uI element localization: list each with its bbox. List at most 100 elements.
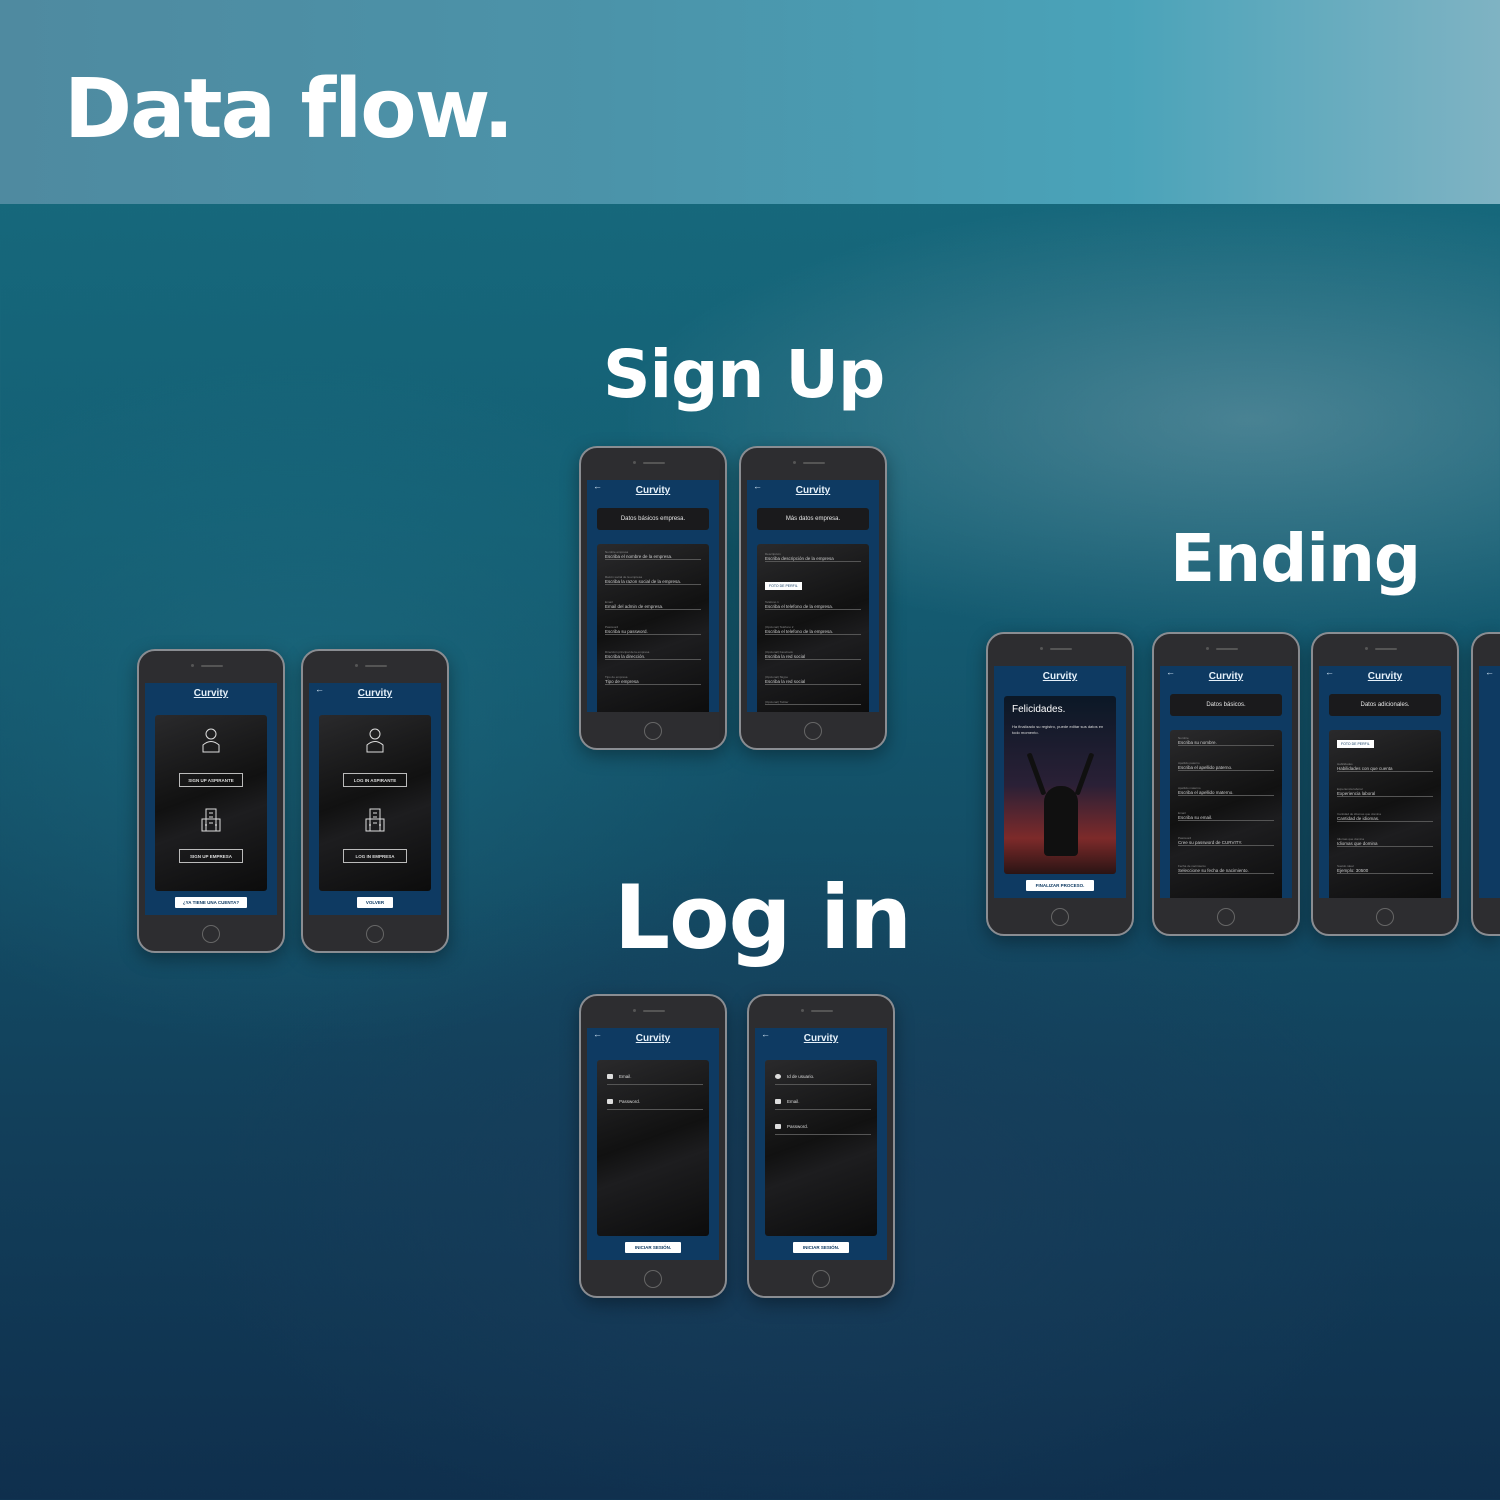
name-field[interactable]: Nombre Escriba su nombre. xyxy=(1178,736,1274,746)
field-value: Email del admin de empresa. xyxy=(605,604,664,609)
home-button xyxy=(366,925,384,943)
person-icon xyxy=(366,728,384,753)
congrats-card: Felicidades. Ha finalizado su registro, … xyxy=(1004,696,1116,874)
login-button[interactable]: INICIAR SESIÓN. xyxy=(625,1242,681,1253)
company-type-select[interactable]: Tipo de empresa Tipo de empresa xyxy=(605,675,701,685)
app-bar: ← Curvity xyxy=(587,1028,719,1044)
field-label: (Opcional) Twitter xyxy=(765,700,789,704)
header-banner: Data flow. xyxy=(0,0,1500,204)
form-title: Datos adicionales. xyxy=(1329,694,1441,716)
field-value: Cree su password de CURVITY. xyxy=(1178,840,1243,845)
home-button xyxy=(804,722,822,740)
mail-icon xyxy=(607,1074,613,1079)
screen: ← xyxy=(1479,666,1500,898)
finish-button[interactable]: FINALIZAR PROCESO. xyxy=(1026,880,1094,891)
login-aspirante-button[interactable]: LOG IN ASPIRANTE xyxy=(343,773,407,787)
field-value: Escriba la red social xyxy=(765,679,806,684)
profile-photo-button[interactable]: FOTO DE PERFIL xyxy=(765,582,802,590)
arrow-left-icon[interactable]: ← xyxy=(1166,667,1175,677)
celebration-silhouette xyxy=(1044,786,1078,856)
login-button[interactable]: INICIAR SESIÓN. xyxy=(793,1242,849,1253)
email-field[interactable]: Email. xyxy=(607,1072,703,1085)
phone2-field[interactable]: (Opcional) Teléfono 2 Escriba el telefono… xyxy=(765,625,861,635)
skype-field[interactable]: (Opcional) Skype Escriba la red social xyxy=(765,675,861,685)
speaker xyxy=(803,462,825,464)
arrow-left-icon[interactable]: ← xyxy=(1485,667,1494,677)
arrow-left-icon[interactable]: ← xyxy=(593,1029,602,1039)
paternal-surname-field[interactable]: Apellido paterno Escriba el apellido pate… xyxy=(1178,761,1274,771)
field-value: Idiomas que domina xyxy=(1337,841,1378,846)
password-field[interactable]: Password Escriba su password. xyxy=(605,625,701,635)
brand-logo: Curvity xyxy=(1367,671,1403,682)
congrats-text: Ha finalizado su registro, puede editar … xyxy=(1012,724,1104,735)
signup-empresa-button[interactable]: SIGN UP EMPRESA xyxy=(179,849,243,863)
screen: Curvity Felicidades. Ha finalizado su re… xyxy=(994,666,1126,898)
screen: ← Curvity Email. Password. INICIAR SESIÓN… xyxy=(587,1028,719,1260)
password-field[interactable]: Password. xyxy=(607,1097,703,1110)
login-card: Id de usuario. Email. Password. xyxy=(765,1060,877,1236)
password-field[interactable]: Password. xyxy=(775,1122,871,1135)
profile-photo-button[interactable]: FOTO DE PERFIL xyxy=(1337,740,1374,748)
address-field[interactable]: Dirección principal de la empresa Escriba… xyxy=(605,650,701,660)
form-card: Descripción Escriba descripción de la emp… xyxy=(757,544,869,712)
brand-logo: Curvity xyxy=(795,485,831,496)
back-button[interactable]: VOLVER xyxy=(357,897,393,908)
person-icon xyxy=(202,728,220,753)
company-name-field[interactable]: Nombre empresa Escriba el nombre de la em… xyxy=(605,550,701,560)
signup-aspirante-button[interactable]: SIGN UP ASPIRANTE xyxy=(179,773,243,787)
arrow-left-icon[interactable]: ← xyxy=(315,684,324,694)
facebook-field[interactable]: (Opcional) Facebook Escriba la red social xyxy=(765,650,861,660)
form-title: Datos básicos. xyxy=(1170,694,1282,716)
email-field[interactable]: Email Email del admin de empresa. xyxy=(605,600,701,610)
email-field[interactable]: Email Escriba su email. xyxy=(1178,811,1274,821)
login-empresa-button[interactable]: LOG IN EMPRESA xyxy=(343,849,407,863)
form-card: Nombre Escriba su nombre. Apellido patern… xyxy=(1170,730,1282,898)
phone1-field[interactable]: Teléfono 1 Escriba el telefono de la empr… xyxy=(765,600,861,610)
field-value: Habilidades con que cuenta xyxy=(1337,766,1393,771)
description-field[interactable]: Descripción Escriba descripción de la emp… xyxy=(765,552,861,562)
phone-signup-basic: ← Curvity Datos básicos empresa. Nombre e… xyxy=(579,446,727,750)
login-card: Email. Password. xyxy=(597,1060,709,1236)
password-field[interactable]: Password Cree su password de CURVITY. xyxy=(1178,836,1274,846)
screen: ← Curvity LOG IN ASPIRANTE LOG IN EMPRESA… xyxy=(309,683,441,915)
arrow-left-icon[interactable]: ← xyxy=(593,481,602,491)
field-label: Id de usuario. xyxy=(787,1074,815,1079)
twitter-field[interactable]: (Opcional) Twitter xyxy=(765,700,861,705)
maternal-surname-field[interactable]: Apellido materno Escriba el apellido mate… xyxy=(1178,786,1274,796)
business-name-field[interactable]: Razón social de la empresa Escriba la raz… xyxy=(605,575,701,585)
email-field[interactable]: Email. xyxy=(775,1097,871,1110)
home-button xyxy=(1217,908,1235,926)
experience-field[interactable]: Experiencia laboral Experiencia laboral xyxy=(1337,787,1433,797)
birthdate-field[interactable]: Fecha de nacimiento Seleccione su fecha d… xyxy=(1178,864,1274,874)
brand-logo: Curvity xyxy=(635,485,671,496)
field-value: Tipo de empresa xyxy=(605,679,639,684)
arrow-left-icon[interactable]: ← xyxy=(1325,667,1334,677)
app-bar: Curvity xyxy=(994,666,1126,682)
speaker xyxy=(365,665,387,667)
arrow-left-icon[interactable]: ← xyxy=(753,481,762,491)
app-bar: Curvity xyxy=(145,683,277,699)
field-label: Password. xyxy=(619,1099,641,1104)
field-value: Escriba el telefono de la empresa. xyxy=(765,604,834,609)
building-icon xyxy=(201,808,221,832)
phone-ending-partial: ← xyxy=(1471,632,1500,936)
field-value: Escriba descripción de la empresa xyxy=(765,556,834,561)
field-value: Ejemplo: 30500 xyxy=(1337,868,1369,873)
phone-welcome-signup: Curvity SIGN UP ASPIRANTE SIGN UP EMPRES… xyxy=(137,649,285,953)
user-id-field[interactable]: Id de usuario. xyxy=(775,1072,871,1085)
arrow-left-icon[interactable]: ← xyxy=(761,1029,770,1039)
phone-signup-more: ← Curvity Más datos empresa. Descripción E… xyxy=(739,446,887,750)
salary-field[interactable]: Sueldo ideal Ejemplo: 30500 xyxy=(1337,864,1433,874)
language-count-field[interactable]: Cantidad de idiomas que domina Cantidad d… xyxy=(1337,812,1433,822)
languages-field[interactable]: Idiomas que domina Idiomas que domina xyxy=(1337,837,1433,847)
skills-field[interactable]: Habilidades Habilidades con que cuenta xyxy=(1337,762,1433,772)
section-title-signup: Sign Up xyxy=(603,336,885,413)
have-account-button[interactable]: ¿YA TIENE UNA CUENTA? xyxy=(175,897,247,908)
home-button xyxy=(644,722,662,740)
screen: ← Curvity Datos básicos empresa. Nombre e… xyxy=(587,480,719,712)
app-bar: ← Curvity xyxy=(587,480,719,496)
camera xyxy=(1206,647,1209,650)
app-bar: ← Curvity xyxy=(1319,666,1451,682)
home-button xyxy=(1376,908,1394,926)
camera xyxy=(1365,647,1368,650)
